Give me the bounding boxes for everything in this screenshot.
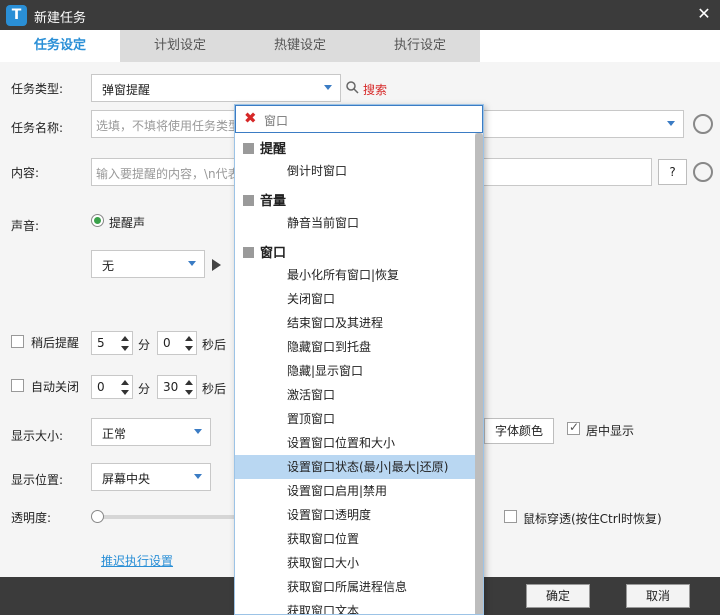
group-label: 音量 bbox=[260, 194, 287, 209]
sound-option-label: 提醒声 bbox=[109, 216, 146, 230]
task-name-placeholder: 选填，不填将使用任务类型 bbox=[96, 119, 241, 133]
chevron-down-icon bbox=[324, 85, 332, 90]
auto-close-label: 自动关闭 bbox=[31, 380, 80, 394]
auto-close-min-stepper[interactable]: 0 bbox=[91, 375, 133, 399]
help-button[interactable]: ? bbox=[658, 159, 687, 185]
center-checkbox[interactable]: ✓ bbox=[567, 420, 580, 435]
sec-unit: 秒后 bbox=[202, 382, 227, 396]
list-item[interactable]: 关闭窗口 bbox=[235, 287, 475, 311]
group-reminder[interactable]: 提醒 bbox=[243, 138, 286, 157]
task-type-value: 弹窗提醒 bbox=[102, 83, 151, 97]
list-item[interactable]: 获取窗口所属进程信息 bbox=[235, 575, 475, 599]
ok-button[interactable]: 确定 bbox=[526, 584, 590, 608]
min-unit: 分 bbox=[138, 382, 151, 396]
group-window[interactable]: 窗口 bbox=[243, 242, 286, 261]
list-item[interactable]: 设置窗口启用|禁用 bbox=[235, 479, 475, 503]
list-item[interactable]: 激活窗口 bbox=[235, 383, 475, 407]
center-label: 居中显示 bbox=[586, 424, 635, 438]
group-volume[interactable]: 音量 bbox=[243, 190, 286, 209]
display-size-select[interactable]: 正常 bbox=[91, 418, 211, 446]
window-title: 新建任务 bbox=[34, 11, 87, 26]
list-item[interactable]: 获取窗口位置 bbox=[235, 527, 475, 551]
list-item[interactable]: 设置窗口透明度 bbox=[235, 503, 475, 527]
mouse-through-checkbox[interactable] bbox=[504, 510, 517, 523]
collapse-icon bbox=[243, 195, 254, 206]
sound-select-value: 无 bbox=[102, 259, 115, 273]
list-item-selected[interactable]: 设置窗口状态(最小|最大|还原) bbox=[235, 455, 475, 479]
collapse-icon bbox=[243, 143, 254, 154]
list-item[interactable]: 隐藏窗口到托盘 bbox=[235, 335, 475, 359]
mouse-through-label: 鼠标穿透(按住Ctrl时恢复) bbox=[523, 512, 662, 526]
chevron-down-icon bbox=[194, 429, 202, 434]
dropdown-scrollbar-thumb[interactable] bbox=[475, 133, 483, 614]
tab-schedule-settings[interactable]: 计划设定 bbox=[120, 30, 240, 62]
dropdown-search-value: 窗口 bbox=[264, 114, 289, 128]
sound-select[interactable]: 无 bbox=[91, 250, 205, 278]
list-item[interactable]: 获取窗口大小 bbox=[235, 551, 475, 575]
list-item[interactable]: 静音当前窗口 bbox=[235, 211, 475, 235]
task-type-label: 任务类型: bbox=[11, 82, 64, 96]
auto-close-sec-stepper[interactable]: 30 bbox=[157, 375, 197, 399]
group-label: 提醒 bbox=[260, 142, 287, 157]
dropdown-search-input[interactable]: ✖ 窗口 bbox=[235, 105, 483, 133]
chevron-down-icon bbox=[188, 261, 196, 266]
chevron-down-icon bbox=[667, 121, 675, 126]
stepper-value: 0 bbox=[97, 380, 105, 394]
min-unit: 分 bbox=[138, 338, 151, 352]
display-size-value: 正常 bbox=[102, 427, 127, 441]
stepper-value: 30 bbox=[163, 380, 179, 394]
font-color-button[interactable]: 字体颜色 bbox=[484, 418, 554, 444]
chevron-down-icon bbox=[194, 474, 202, 479]
list-item[interactable]: 结束窗口及其进程 bbox=[235, 311, 475, 335]
remind-later-label: 稍后提醒 bbox=[31, 336, 80, 350]
content-placeholder: 输入要提醒的内容，\n代表 bbox=[96, 167, 240, 181]
tab-execute-settings[interactable]: 执行设定 bbox=[360, 30, 480, 62]
stepper-value: 0 bbox=[163, 336, 171, 350]
list-item[interactable]: 获取窗口文本 bbox=[235, 599, 475, 614]
sound-radio[interactable] bbox=[91, 214, 104, 227]
group-label: 窗口 bbox=[260, 246, 287, 261]
remind-later-min-stepper[interactable]: 5 bbox=[91, 331, 133, 355]
tab-hotkey-settings[interactable]: 热键设定 bbox=[240, 30, 360, 62]
auto-close-checkbox[interactable] bbox=[11, 379, 24, 392]
list-item[interactable]: 倒计时窗口 bbox=[235, 159, 475, 183]
gear-icon[interactable] bbox=[693, 114, 713, 134]
display-pos-value: 屏幕中央 bbox=[102, 472, 151, 486]
sound-label: 声音: bbox=[11, 219, 40, 233]
play-icon[interactable] bbox=[212, 259, 221, 271]
remind-later-sec-stepper[interactable]: 0 bbox=[157, 331, 197, 355]
clear-icon[interactable]: ✖ bbox=[244, 109, 257, 127]
title-bar: T 新建任务 ✕ bbox=[0, 0, 720, 30]
gear-icon[interactable] bbox=[693, 162, 713, 182]
content-label: 内容: bbox=[11, 166, 40, 180]
task-type-select[interactable]: 弹窗提醒 bbox=[91, 74, 341, 102]
tab-task-settings[interactable]: 任务设定 bbox=[0, 30, 120, 62]
sec-unit: 秒后 bbox=[202, 338, 227, 352]
list-item[interactable]: 隐藏|显示窗口 bbox=[235, 359, 475, 383]
search-link[interactable]: 搜索 bbox=[363, 81, 387, 98]
close-icon[interactable]: ✕ bbox=[694, 4, 714, 24]
list-item[interactable]: 最小化所有窗口|恢复 bbox=[235, 263, 475, 287]
display-pos-select[interactable]: 屏幕中央 bbox=[91, 463, 211, 491]
tab-bar: 任务设定 计划设定 热键设定 执行设定 bbox=[0, 30, 720, 62]
delay-settings-link[interactable]: 推迟执行设置 bbox=[101, 552, 173, 569]
display-size-label: 显示大小: bbox=[11, 429, 64, 443]
opacity-slider-track[interactable] bbox=[95, 515, 235, 519]
task-name-label: 任务名称: bbox=[11, 121, 64, 135]
opacity-slider-handle[interactable] bbox=[91, 510, 104, 523]
app-logo-icon: T bbox=[6, 5, 27, 26]
cancel-button[interactable]: 取消 bbox=[626, 584, 690, 608]
display-pos-label: 显示位置: bbox=[11, 473, 64, 487]
list-item[interactable]: 设置窗口位置和大小 bbox=[235, 431, 475, 455]
list-item[interactable]: 置顶窗口 bbox=[235, 407, 475, 431]
collapse-icon bbox=[243, 247, 254, 258]
opacity-label: 透明度: bbox=[11, 511, 52, 525]
stepper-value: 5 bbox=[97, 336, 105, 350]
task-type-dropdown: ✖ 窗口 提醒 倒计时窗口 音量 静音当前窗口 窗口 最小化所有窗口|恢复 关闭… bbox=[234, 104, 484, 615]
search-icon[interactable] bbox=[346, 81, 359, 94]
remind-later-checkbox[interactable] bbox=[11, 335, 24, 348]
